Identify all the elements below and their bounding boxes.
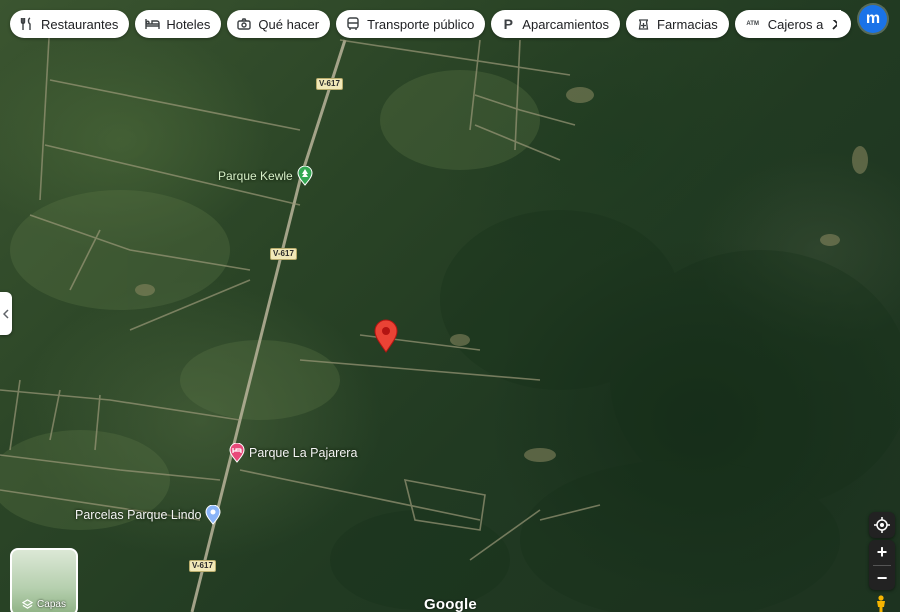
place-name: Parcelas Parque Lindo [75,508,202,522]
place-parque-la-pajarera[interactable]: Parque La Pajarera [229,443,357,463]
chip-parking[interactable]: P Aparcamientos [491,10,621,38]
layers-icon [22,599,34,609]
google-logo: Google [424,596,477,612]
account-avatar[interactable]: m [859,5,887,33]
chip-label: Hoteles [166,16,211,32]
place-parcelas-parque-lindo[interactable]: Parcelas Parque Lindo [75,505,221,525]
layers-toggle-button[interactable]: Capas [10,548,78,612]
zoom-controls: + − [869,540,895,590]
chip-label: Transporte público [367,16,475,32]
chip-things-to-do[interactable]: Qué hacer [227,10,331,38]
chip-restaurants[interactable]: Restaurantes [10,10,130,38]
chip-label: Cajeros a [767,16,824,32]
crosshair-icon [874,517,890,533]
park-pin-icon [297,166,313,186]
road-label-v617: V-617 [189,560,216,572]
place-pin-icon [205,505,221,525]
pegman-icon[interactable] [874,595,888,612]
zoom-out-button[interactable]: − [869,566,895,591]
layers-label: Capas [37,599,66,610]
red-location-pin-icon[interactable] [374,319,398,353]
place-name: Parque Kewle [218,169,293,183]
chip-pharmacies[interactable]: Farmacias [626,10,729,38]
collapse-side-panel-button[interactable] [0,292,12,335]
filter-chip-bar: Restaurantes Hoteles Qué hacer Transport… [10,10,852,38]
fork-knife-icon [19,16,35,32]
my-location-button[interactable] [869,512,895,538]
chip-label: Farmacias [657,16,718,32]
place-name: Parque La Pajarera [249,446,358,460]
place-parque-kewle[interactable]: Parque Kewle [218,166,313,186]
chevron-left-icon [3,308,9,319]
chip-label: Qué hacer [258,16,320,32]
hotel-pin-icon [229,443,245,463]
bus-icon [345,16,361,32]
road-label-v617: V-617 [316,78,343,90]
chip-label: Restaurantes [41,16,119,32]
chip-public-transport[interactable]: Transporte público [336,10,486,38]
chip-label: Aparcamientos [522,16,610,32]
road-label-v617: V-617 [270,248,297,260]
bed-icon [144,16,160,32]
zoom-in-button[interactable]: + [869,540,895,565]
grid-apps-icon[interactable] [824,9,842,27]
chip-hotels[interactable]: Hoteles [135,10,222,38]
pharmacy-icon [635,16,651,32]
camera-icon [236,16,252,32]
parking-icon: P [503,16,513,32]
atm-icon: ATM [746,21,759,27]
